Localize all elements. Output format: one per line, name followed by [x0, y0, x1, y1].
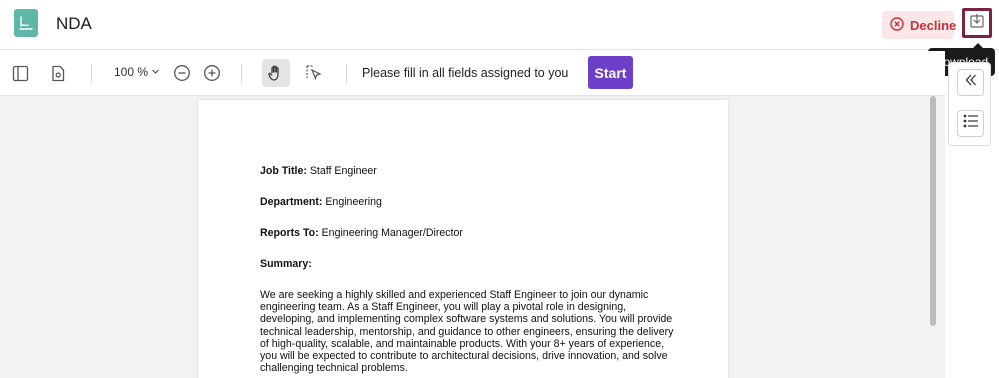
start-button[interactable]: Start [588, 56, 633, 89]
zoom-out-icon[interactable] [171, 62, 193, 84]
summary-line: of high-quality, scalable, and maintaina… [260, 337, 665, 350]
app-header: NDA Decline [0, 0, 999, 50]
list-icon [963, 114, 979, 133]
summary-line: engineering team. As a Staff Engineer, y… [260, 301, 627, 314]
download-icon [969, 13, 985, 34]
job-title-value: Staff Engineer [309, 165, 377, 177]
document-title: NDA [56, 14, 92, 33]
reports-to-label: Reports To: [260, 227, 319, 239]
page-settings-icon[interactable] [47, 62, 69, 84]
summary-heading: Summary: [260, 258, 312, 270]
summary-label: Summary: [260, 258, 312, 270]
right-panel [948, 62, 991, 146]
decline-button[interactable]: Decline [882, 11, 957, 39]
x-circle-icon [890, 16, 904, 34]
outline-list-button[interactable] [957, 110, 984, 137]
department-label: Department: [260, 196, 323, 208]
toolbar: 100 % Please fill in all fields assigned… [0, 51, 945, 96]
summary-paragraph: We are seeking a highly skilled and expe… [260, 289, 700, 374]
hand-icon[interactable] [262, 59, 290, 87]
department-line: Department: Engineering [260, 196, 382, 208]
zoom-in-icon[interactable] [201, 62, 223, 84]
select-pointer-icon[interactable] [303, 62, 325, 84]
toolbar-divider [241, 64, 242, 83]
summary-line: challenging technical problems. [260, 362, 408, 375]
scrollbar-thumb[interactable] [930, 96, 936, 326]
summary-line: We are seeking a highly skilled and expe… [260, 289, 649, 301]
document-page: Job Title: Staff Engineer Department: En… [198, 100, 728, 378]
job-title-line: Job Title: Staff Engineer [260, 165, 377, 177]
instruction-text: Please fill in all fields assigned to yo… [362, 66, 569, 80]
download-button[interactable] [962, 8, 992, 38]
summary-line: technical leadership, mentorship, and gu… [260, 325, 674, 338]
summary-line: developing, and implementing complex sof… [260, 313, 673, 326]
document-viewer[interactable]: Job Title: Staff Engineer Department: En… [0, 96, 945, 378]
summary-line: you will be expected to contribute to ar… [260, 350, 668, 363]
collapse-panel-button[interactable] [957, 69, 984, 96]
decline-label: Decline [910, 17, 957, 33]
reports-to-value: Engineering Manager/Director [321, 227, 463, 239]
sidebar-toggle-icon[interactable] [9, 62, 31, 84]
reports-to-line: Reports To: Engineering Manager/Director [260, 227, 463, 239]
collapse-left-icon [964, 73, 978, 92]
job-title-label: Job Title: [260, 165, 307, 177]
zoom-select[interactable]: 100 % [114, 65, 160, 79]
document-icon [14, 9, 38, 37]
toolbar-divider [346, 64, 347, 83]
chevron-down-icon [151, 65, 160, 79]
zoom-value: 100 % [114, 65, 149, 79]
vertical-scrollbar[interactable] [929, 96, 937, 378]
toolbar-divider [91, 64, 92, 83]
department-value: Engineering [325, 196, 382, 208]
